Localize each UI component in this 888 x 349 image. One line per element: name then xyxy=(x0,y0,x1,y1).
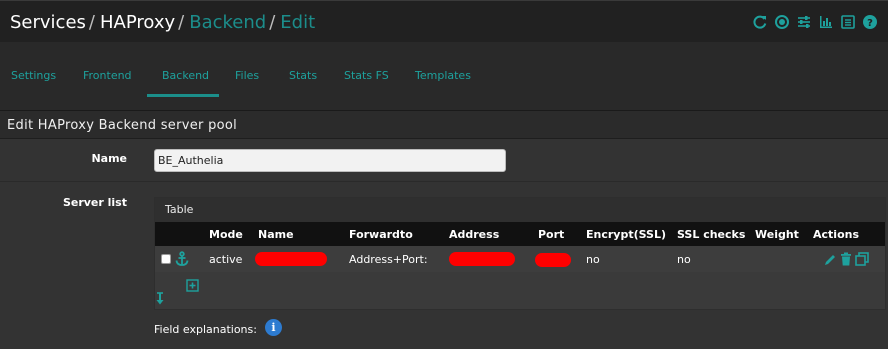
row-forwardto: Address+Port: xyxy=(349,253,428,266)
tab-files[interactable]: Files xyxy=(235,69,259,82)
column-address: Address xyxy=(449,228,500,241)
redacted-name xyxy=(255,252,327,266)
column-forwardto: Forwardto xyxy=(349,228,413,241)
row-mode: active xyxy=(209,253,243,266)
tab-settings[interactable]: Settings xyxy=(11,69,56,82)
row-select-checkbox[interactable] xyxy=(161,254,171,264)
tab-stats-fs[interactable]: Stats FS xyxy=(344,69,389,82)
name-label: Name xyxy=(91,152,127,165)
panel-heading: Edit HAProxy Backend server pool xyxy=(0,111,888,139)
table-row: active Address+Port: no no xyxy=(155,246,885,272)
table-header: Mode Name Forwardto Address Port Encrypt… xyxy=(155,222,885,246)
copy-icon[interactable] xyxy=(855,251,869,270)
tab-bar: Settings Frontend Backend Files Stats St… xyxy=(0,42,888,111)
anchor-icon[interactable] xyxy=(175,251,189,271)
table-caption-text: Table xyxy=(165,203,194,216)
tab-frontend[interactable]: Frontend xyxy=(83,69,132,82)
svg-text:?: ? xyxy=(867,18,873,29)
row-ssl-checks: no xyxy=(677,253,691,266)
row-encrypt-ssl: no xyxy=(586,253,600,266)
field-explanations-label: Field explanations: xyxy=(154,323,257,336)
tab-stats[interactable]: Stats xyxy=(289,69,317,82)
record-icon[interactable] xyxy=(774,14,790,30)
server-table: Table Mode Name Forwardto Address Port E… xyxy=(154,197,886,310)
tab-templates[interactable]: Templates xyxy=(415,69,471,82)
column-actions: Actions xyxy=(813,228,859,241)
panel-title: Edit HAProxy Backend server pool xyxy=(7,118,238,133)
page-header: Services / HAProxy / Backend / Edit ? xyxy=(0,0,888,42)
breadcrumb-haproxy[interactable]: HAProxy xyxy=(100,12,175,33)
column-weight: Weight xyxy=(755,228,799,241)
chart-icon[interactable] xyxy=(818,14,834,30)
delete-icon[interactable] xyxy=(840,251,852,270)
breadcrumb-separator: / xyxy=(269,12,276,33)
header-icons: ? xyxy=(752,14,878,30)
breadcrumb-backend[interactable]: Backend xyxy=(189,12,266,33)
redacted-address xyxy=(449,252,515,266)
breadcrumb-edit[interactable]: Edit xyxy=(280,12,315,33)
redacted-port xyxy=(535,253,571,267)
column-mode: Mode xyxy=(209,228,243,241)
name-field[interactable] xyxy=(154,149,506,172)
breadcrumb: Services / HAProxy / Backend / Edit xyxy=(10,12,315,33)
add-row-icon[interactable] xyxy=(186,278,200,297)
sliders-icon[interactable] xyxy=(796,14,812,30)
active-tab-indicator xyxy=(147,94,219,97)
reload-icon[interactable] xyxy=(752,14,768,30)
column-port: Port xyxy=(538,228,565,241)
help-icon[interactable]: ? xyxy=(862,14,878,30)
server-list-label: Server list xyxy=(62,196,127,209)
column-ssl-checks: SSL checks xyxy=(677,228,746,241)
column-encrypt-ssl: Encrypt(SSL) xyxy=(586,228,667,241)
breadcrumb-separator: / xyxy=(88,12,95,33)
column-name: Name xyxy=(258,228,294,241)
sort-arrow-icon[interactable] xyxy=(155,291,165,310)
breadcrumb-separator: / xyxy=(178,12,185,33)
list-icon[interactable] xyxy=(840,14,856,30)
edit-icon[interactable] xyxy=(823,252,837,271)
tab-backend[interactable]: Backend xyxy=(162,69,209,82)
breadcrumb-services[interactable]: Services xyxy=(10,12,86,33)
table-caption: Table xyxy=(155,198,885,222)
info-icon[interactable]: i xyxy=(265,319,282,336)
